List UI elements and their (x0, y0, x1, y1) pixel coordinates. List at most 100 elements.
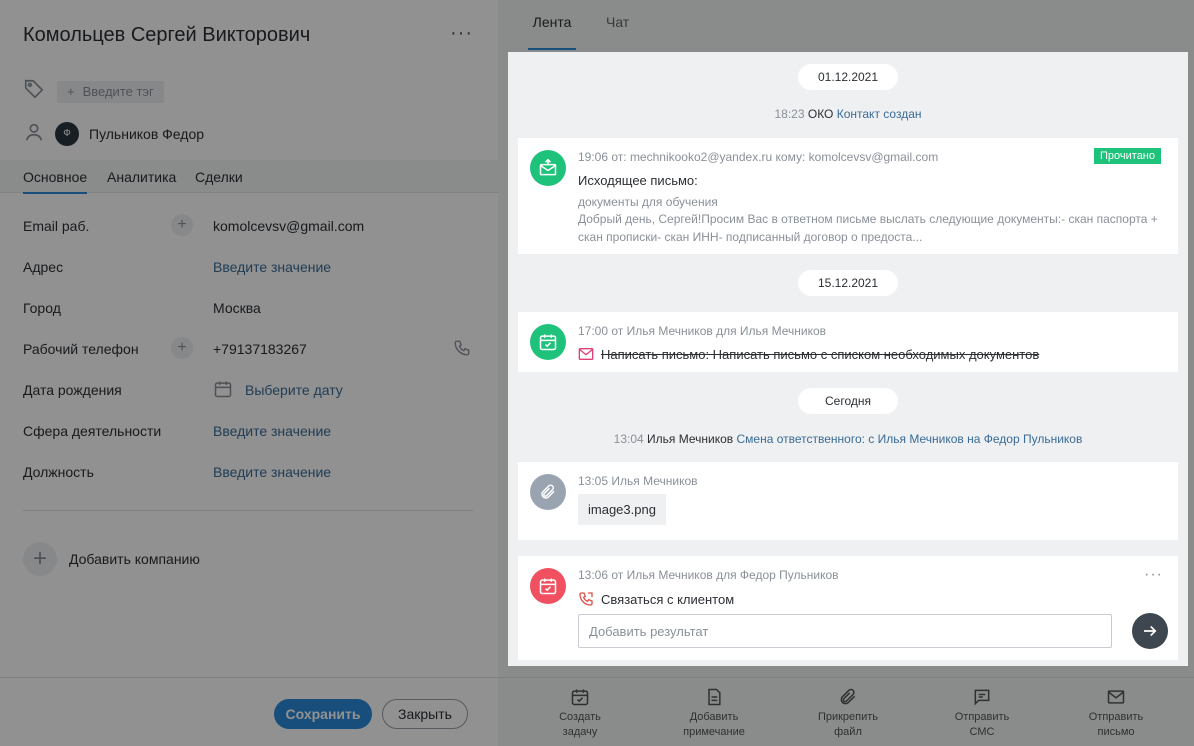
plus-icon: + (67, 84, 75, 99)
field-label: Должность (23, 464, 94, 480)
activity-feed[interactable]: 01.12.2021 18:23 ОКО Контакт создан 19:0… (508, 52, 1188, 666)
action-label: Прикрепить (817, 711, 879, 723)
field-label: Дата рождения (23, 382, 122, 398)
system-event: 13:04 Илья Мечников Смена ответственного… (508, 432, 1188, 446)
action-label: примечание (683, 726, 745, 738)
send-email-button[interactable]: Отправить письмо (1066, 686, 1166, 740)
field-label: Email раб. (23, 218, 90, 234)
field-city: Город Москва (23, 300, 473, 320)
create-task-button[interactable]: Создать задачу (530, 686, 630, 740)
email-meta: 19:06 от: mechnikooko2@yandex.ru кому: k… (578, 150, 939, 164)
field-label: Сфера деятельности (23, 423, 162, 439)
field-phone: Рабочий телефон + +79137183267 (23, 337, 473, 361)
field-label: Город (23, 300, 61, 316)
responsible-row: Ф Пульников Федор (23, 121, 204, 146)
task-text: Написать письмо: Написать письмо с списк… (601, 347, 1040, 362)
sms-icon (932, 686, 1032, 708)
send-sms-button[interactable]: Отправить СМС (932, 686, 1032, 740)
result-input[interactable] (578, 614, 1112, 648)
paperclip-icon (530, 474, 566, 510)
birthdate-input[interactable]: Выберите дату (245, 382, 343, 398)
field-position: Должность Введите значение (23, 464, 473, 484)
contact-footer: Сохранить Закрыть (0, 677, 498, 746)
calendar-check-icon (530, 686, 630, 708)
outgoing-mail-icon (530, 150, 566, 186)
phone-call-icon (578, 591, 594, 612)
calendar-icon (213, 379, 233, 402)
plus-icon: + (23, 542, 57, 576)
file-attachment[interactable]: image3.png (578, 494, 666, 525)
contact-name: Комольцев Сергей Викторович (23, 24, 311, 46)
more-options-button[interactable]: ··· (1144, 566, 1163, 584)
tab-chat[interactable]: Чат (606, 14, 629, 30)
event-text: Контакт создан (836, 107, 922, 121)
email-card[interactable]: 19:06 от: mechnikooko2@yandex.ru кому: k… (518, 138, 1178, 254)
file-meta: 13:05 Илья Мечников (578, 474, 698, 488)
send-button[interactable] (1132, 613, 1168, 649)
task-card[interactable]: 17:00 от Илья Мечников для Илья Мечников… (518, 312, 1178, 372)
activity-tabs: Лента Чат (498, 0, 1194, 50)
calendar-check-icon (530, 324, 566, 360)
action-label: Отправить (1088, 711, 1144, 723)
field-label: Адрес (23, 259, 64, 275)
envelope-icon (578, 347, 594, 366)
tab-feed[interactable]: Лента (528, 14, 576, 50)
tag-row: + Введите тэг (23, 78, 164, 105)
responsible-name[interactable]: Пульников Федор (89, 126, 204, 142)
task-meta: 13:06 от Илья Мечников для Федор Пульник… (578, 568, 839, 582)
position-input[interactable]: Введите значение (213, 464, 331, 480)
date-separator: Сегодня (798, 388, 898, 414)
email-value[interactable]: komolcevsv@gmail.com (213, 218, 364, 234)
envelope-icon (1066, 686, 1166, 708)
field-address: Адрес Введите значение (23, 259, 473, 279)
arrow-right-icon (1144, 625, 1157, 637)
add-company-label: Добавить компанию (69, 551, 200, 567)
add-company-button[interactable]: + Добавить компанию (23, 542, 200, 576)
event-time: 18:23 (774, 107, 805, 121)
add-phone-button[interactable]: + (171, 337, 193, 359)
date-separator: 15.12.2021 (798, 270, 898, 296)
field-label: Рабочий телефон (23, 341, 139, 357)
tab-analytics[interactable]: Аналитика (107, 169, 176, 185)
close-button[interactable]: Закрыть (382, 699, 468, 729)
task-text: Связаться с клиентом (601, 592, 735, 607)
action-label: Создать (559, 711, 601, 723)
field-email: Email раб. + komolcevsv@gmail.com (23, 214, 473, 238)
paperclip-icon (798, 686, 898, 708)
sphere-input[interactable]: Введите значение (213, 423, 331, 439)
system-event: 18:23 ОКО Контакт создан (508, 107, 1188, 121)
file-card[interactable]: 13:05 Илья Мечников image3.png (518, 462, 1178, 540)
more-options-button[interactable]: ··· (450, 22, 473, 45)
contact-panel: Комольцев Сергей Викторович ··· + Введит… (0, 0, 498, 746)
field-birthdate: Дата рождения Выберите дату (23, 379, 473, 402)
task-card-active[interactable]: 13:06 от Илья Мечников для Федор Пульник… (518, 556, 1178, 660)
task-meta: 17:00 от Илья Мечников для Илья Мечников (578, 324, 827, 338)
event-actor: Илья Мечников (647, 432, 734, 446)
attach-file-button[interactable]: Прикрепить файл (798, 686, 898, 740)
email-body: Добрый день, Сергей!Просим Вас в ответно… (578, 212, 1158, 244)
add-note-button[interactable]: Добавить примечание (664, 686, 764, 740)
tab-deals[interactable]: Сделки (195, 169, 243, 185)
user-icon (23, 121, 45, 146)
avatar[interactable]: Ф (55, 121, 79, 146)
phone-icon[interactable] (453, 339, 471, 360)
city-value[interactable]: Москва (213, 300, 261, 316)
action-label: Отправить (954, 711, 1010, 723)
calendar-check-icon (530, 568, 566, 604)
save-button[interactable]: Сохранить (274, 699, 372, 729)
event-time: 13:04 (613, 432, 644, 446)
email-subject: документы для обучения (578, 195, 718, 209)
add-email-button[interactable]: + (171, 214, 193, 236)
action-label: задачу (562, 726, 598, 738)
read-badge: Прочитано (1094, 148, 1161, 164)
address-input[interactable]: Введите значение (213, 259, 331, 275)
divider (23, 510, 473, 511)
action-label: Добавить (689, 711, 739, 723)
note-icon (664, 686, 764, 708)
add-tag-button[interactable]: + Введите тэг (57, 80, 164, 103)
phone-value[interactable]: +79137183267 (213, 341, 307, 357)
tab-main[interactable]: Основное (23, 169, 88, 194)
date-separator: 01.12.2021 (798, 64, 898, 90)
tag-placeholder: Введите тэг (82, 84, 154, 99)
action-label: файл (834, 726, 862, 738)
